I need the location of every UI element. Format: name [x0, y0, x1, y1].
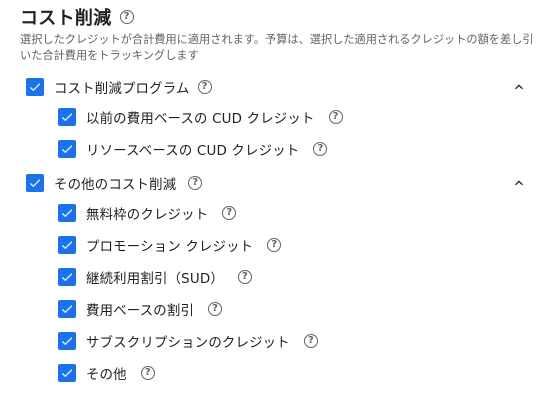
checkmark-icon: [61, 113, 73, 122]
help-icon[interactable]: ?: [313, 142, 328, 156]
chevron-up-icon[interactable]: [511, 175, 527, 191]
option-row: リソースベースの CUD クレジット ?: [58, 137, 328, 161]
checkmark-icon: [61, 145, 73, 154]
option-label: 以前の費用ベースの CUD クレジット: [86, 112, 315, 127]
group-label: その他のコスト削減: [54, 178, 177, 193]
help-icon[interactable]: ?: [188, 176, 203, 190]
help-icon[interactable]: ?: [222, 206, 237, 220]
option-label: 費用ベースの割引: [86, 304, 195, 319]
checkmark-icon: [61, 337, 73, 346]
option-checkbox[interactable]: [58, 108, 76, 126]
help-icon[interactable]: ?: [237, 270, 252, 284]
checkmark-icon: [29, 179, 41, 188]
option-label: リソースベースの CUD クレジット: [86, 144, 300, 159]
help-icon[interactable]: ?: [303, 334, 318, 348]
checkmark-icon: [61, 209, 73, 218]
group-row-cost-reduction-programs: コスト削減プログラム ?: [26, 75, 541, 99]
help-icon[interactable]: ?: [119, 10, 134, 24]
option-row: サブスクリプションのクレジット ?: [58, 329, 318, 353]
option-checkbox[interactable]: [58, 300, 76, 318]
option-label: 継続利用割引（SUD）: [86, 272, 224, 287]
section-title: コスト削減: [20, 8, 112, 29]
section-header: コスト削減 ?: [20, 4, 134, 30]
help-icon[interactable]: ?: [197, 80, 212, 94]
help-icon[interactable]: ?: [328, 110, 343, 124]
option-checkbox[interactable]: [58, 332, 76, 350]
group-checkbox-cost-reduction-programs[interactable]: [26, 78, 44, 96]
option-checkbox[interactable]: [58, 204, 76, 222]
checkmark-icon: [61, 273, 73, 282]
checkmark-icon: [61, 369, 73, 378]
checkmark-icon: [29, 83, 41, 92]
option-label: 無料枠のクレジット: [86, 208, 209, 223]
option-checkbox[interactable]: [58, 236, 76, 254]
option-row: 継続利用割引（SUD） ?: [58, 265, 252, 289]
option-row: 無料枠のクレジット ?: [58, 201, 237, 225]
option-row: その他 ?: [58, 361, 155, 385]
group-row-other-cost-reductions: その他のコスト削減 ?: [26, 171, 541, 195]
option-label: プロモーション クレジット: [86, 240, 254, 255]
section-description: 選択したクレジットが合計費用に適用されます。予算は、選択した適用されるクレジット…: [20, 33, 534, 62]
help-icon[interactable]: ?: [140, 366, 155, 380]
option-row: プロモーション クレジット ?: [58, 233, 282, 257]
option-row: 費用ベースの割引 ?: [58, 297, 223, 321]
option-checkbox[interactable]: [58, 140, 76, 158]
option-row: 以前の費用ベースの CUD クレジット ?: [58, 105, 343, 129]
group-checkbox-other-cost-reductions[interactable]: [26, 174, 44, 192]
chevron-up-icon[interactable]: [511, 79, 527, 95]
checkmark-icon: [61, 305, 73, 314]
help-icon[interactable]: ?: [267, 238, 282, 252]
help-icon[interactable]: ?: [208, 302, 223, 316]
option-checkbox[interactable]: [58, 268, 76, 286]
checkmark-icon: [61, 241, 73, 250]
option-label: サブスクリプションのクレジット: [86, 336, 290, 351]
group-label: コスト削減プログラム: [54, 82, 190, 97]
option-label: その他: [86, 368, 127, 383]
option-checkbox[interactable]: [58, 364, 76, 382]
